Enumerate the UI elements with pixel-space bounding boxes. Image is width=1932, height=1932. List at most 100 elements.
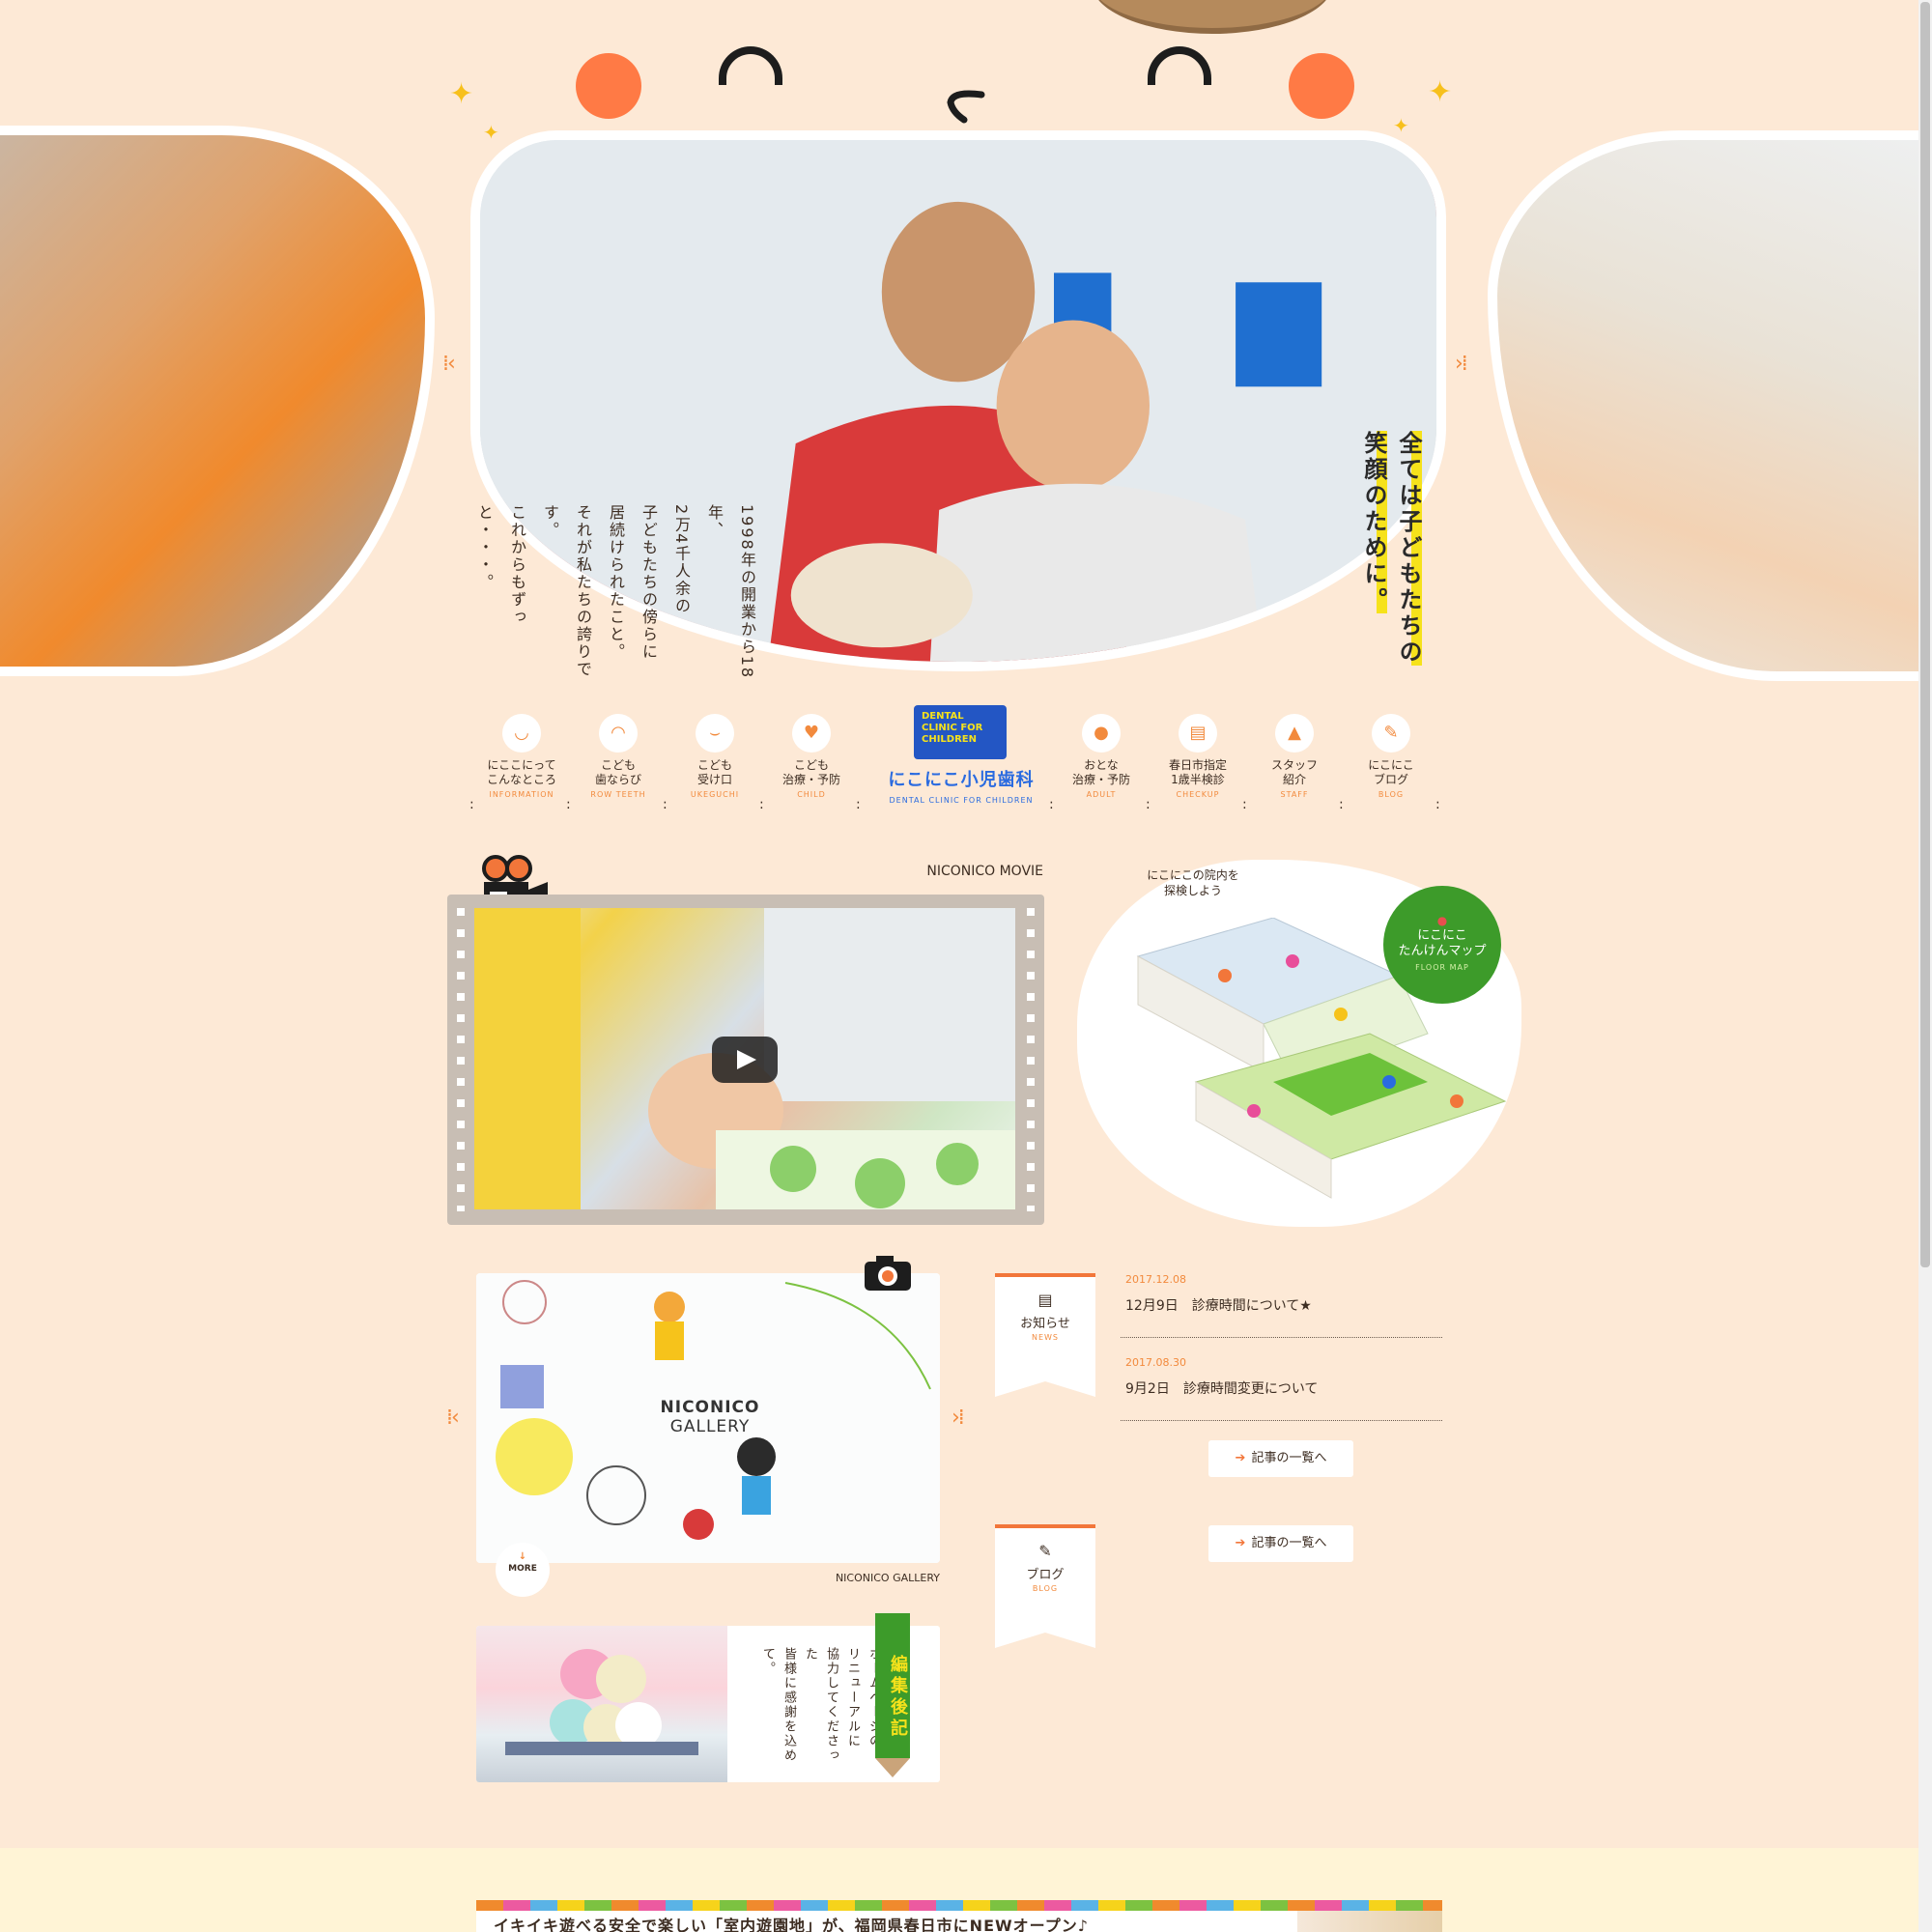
nav-separator: : [1339, 797, 1344, 812]
nav-label-en: STAFF [1280, 790, 1309, 799]
nav-label: こども [696, 758, 732, 772]
teeth-icon: ◠ [599, 714, 638, 753]
nose-decoration [947, 90, 985, 124]
left-eye-decoration [719, 46, 782, 85]
map-circle-title: にこにこ たんけんマップ [1398, 928, 1487, 958]
nav-label: にここにって [487, 758, 556, 772]
movie-section-label: NICONICO MOVIE [926, 864, 1043, 879]
map-speech-bubble: にこにこの院内を 探検しよう [1125, 867, 1261, 898]
arrow-right-icon: ➔ [1235, 1536, 1246, 1550]
nav-label: こども [600, 758, 636, 772]
tooth-icon: ♥ [792, 714, 831, 753]
button-label: 記事の一覧へ [1251, 1451, 1327, 1465]
nav-separator: : [566, 797, 571, 812]
right-cheek-decoration [1289, 53, 1354, 119]
prev-slide-arrow[interactable]: ⁞‹ [442, 352, 456, 376]
page-scrollbar-thumb[interactable] [1920, 2, 1930, 1267]
floor-map-button[interactable]: ● にこにこ たんけんマップ FLOOR MAP [1383, 886, 1501, 1004]
tagline-line: 全ては子どもたちの [1395, 431, 1422, 666]
blog-tag: ✎ ブログ BLOG [995, 1524, 1095, 1648]
nav-label: こども [793, 758, 829, 772]
nav-label: こんなところ [486, 773, 556, 786]
banner-text: イキイキ遊べる安全で楽しい「室内遊園地」が、福岡県春日市にNEWオープン♪ [494, 1917, 1089, 1932]
nav-label-en: ADULT [1086, 790, 1117, 799]
banner-photo [1297, 1911, 1442, 1932]
nav-item-information[interactable]: ◡ にここにって こんなところ INFORMATION [473, 710, 570, 799]
photo-camera-icon [865, 1256, 911, 1291]
news-item-link[interactable]: 9月2日 診療時間変更について [1125, 1378, 1318, 1398]
nav-label-en: CHECKUP [1176, 790, 1220, 799]
gallery-more-button[interactable]: ↓ MORE [496, 1543, 550, 1597]
nav-separator: : [1146, 797, 1151, 812]
news-divider [1121, 1337, 1442, 1338]
nav-item-ukeguchi[interactable]: ⌣ こども 受け口 UKEGUCHI [667, 710, 763, 799]
logo-box-text: DENTAL CLINIC FOR CHILDREN [922, 711, 983, 745]
banner-color-stripe [476, 1900, 1442, 1911]
hat-decoration [1092, 0, 1333, 34]
arrow-right-icon: ➔ [1235, 1451, 1246, 1465]
hero-tagline: 全ては子どもたちの 笑顔のために。 [1356, 431, 1426, 701]
nav-item-staff[interactable]: ▲ スタッフ 紹介 STAFF [1246, 710, 1343, 799]
staff-photo-right[interactable] [1488, 130, 1932, 681]
editor-note-text: ホームページの リニューアルに 協力してくださった 皆様に感謝を込めて。 [756, 1647, 884, 1773]
editor-note-card[interactable]: ホームページの リニューアルに 協力してくださった 皆様に感謝を込めて。 [476, 1626, 940, 1782]
nav-item-checkup[interactable]: ▤ 春日市指定 1歳半検診 CHECKUP [1150, 710, 1246, 799]
nav-label-en: CHILD [797, 790, 826, 799]
bell-icon: ▲ [1275, 714, 1314, 753]
intro-line: 居続けられたこと。 [607, 504, 625, 661]
person-icon: ● [1082, 714, 1121, 753]
playground-banner[interactable]: イキイキ遊べる安全で楽しい「室内遊園地」が、福岡県春日市にNEWオープン♪ [476, 1900, 1442, 1932]
blog-tag-label: ブログ [1026, 1568, 1065, 1582]
news-item-link[interactable]: 12月9日 診療時間について★ [1125, 1295, 1312, 1315]
tagline-line: 笑顔のために。 [1360, 431, 1387, 613]
nav-label-en: BLOG [1378, 790, 1405, 799]
gallery-title: NICONICO GALLERY [657, 1398, 763, 1436]
nav-label-en: UKEGUCHI [690, 790, 740, 799]
staff-photo-left[interactable] [0, 126, 435, 676]
film-holes [1027, 908, 1035, 1211]
gallery-next-arrow[interactable]: ›⁞ [952, 1406, 965, 1430]
star-icon: ✦ [449, 77, 474, 111]
nav-separator: : [1242, 797, 1247, 812]
pencil-tip-decoration [875, 1758, 910, 1777]
intro-line: 1998年の開業から18年、 [705, 504, 756, 680]
nav-label-en: INFORMATION [489, 790, 554, 799]
gallery-caption: NICONICO GALLERY [835, 1572, 940, 1584]
gallery-prev-arrow[interactable]: ⁞‹ [446, 1406, 460, 1430]
nav-label: 治療・予防 [1071, 773, 1130, 786]
play-button[interactable] [712, 1037, 778, 1083]
nav-separator: : [1435, 797, 1440, 812]
nav-separator: : [469, 797, 474, 812]
news-tag-label: お知らせ [1020, 1317, 1070, 1331]
news-date: 2017.12.08 [1125, 1273, 1186, 1286]
site-logo[interactable]: DENTAL CLINIC FOR CHILDREN [914, 705, 1007, 759]
nav-item-adult[interactable]: ● おとな 治療・予防 ADULT [1053, 710, 1150, 799]
nav-label: おとな [1084, 758, 1119, 772]
site-name[interactable]: にこにこ小児歯科 [869, 766, 1053, 791]
star-icon: ✦ [1393, 114, 1409, 137]
nav-item-child[interactable]: ♥ こども 治療・予防 CHILD [763, 710, 860, 799]
news-list-button[interactable]: ➔ 記事の一覧へ [1208, 1440, 1353, 1477]
film-holes [457, 908, 465, 1211]
news-date: 2017.08.30 [1125, 1356, 1186, 1369]
map-pin-icon: ● [1436, 914, 1448, 927]
nav-item-row-teeth[interactable]: ◠ こども 歯ならび ROW TEETH [570, 710, 667, 799]
nav-label: 1歳半検診 [1171, 773, 1225, 786]
map-bubble-text: にこにこの院内を 探検しよう [1147, 868, 1239, 897]
star-icon: ✦ [483, 121, 499, 144]
next-slide-arrow[interactable]: ›⁞ [1455, 352, 1468, 376]
mouth-icon: ⌣ [696, 714, 734, 753]
star-icon: ✦ [1428, 75, 1453, 109]
nav-label: ブログ [1373, 773, 1408, 786]
nav-label: にこにこ [1368, 758, 1414, 772]
map-circle-en: FLOOR MAP [1415, 963, 1469, 972]
news-tag-en: NEWS [1031, 1333, 1060, 1342]
hero-intro-text: 1998年の開業から18年、 2万4千人余の 子どもたちの傍らに 居続けられたこ… [468, 504, 763, 707]
nav-label: スタッフ [1270, 758, 1318, 772]
nav-label: 春日市指定 [1168, 758, 1227, 772]
nav-item-blog[interactable]: ✎ にこにこ ブログ BLOG [1343, 710, 1439, 799]
more-label: MORE [508, 1564, 537, 1574]
blog-list-button[interactable]: ➔ 記事の一覧へ [1208, 1525, 1353, 1562]
editor-line: 皆様に感謝を込めて。 [760, 1647, 796, 1763]
news-divider [1121, 1420, 1442, 1421]
